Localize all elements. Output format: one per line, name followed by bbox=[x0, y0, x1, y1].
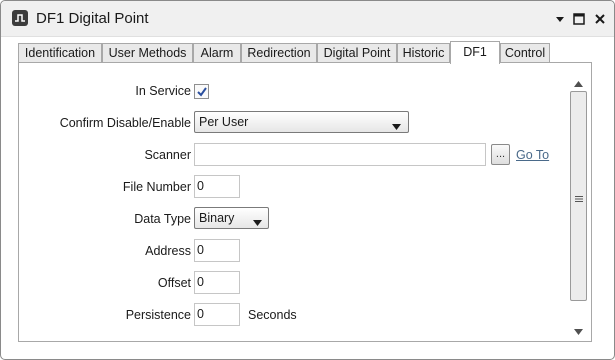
persistence-label: Persistence bbox=[125, 308, 191, 322]
close-icon[interactable] bbox=[592, 11, 608, 27]
chevron-down-icon bbox=[392, 119, 401, 133]
tab-control[interactable]: Control bbox=[500, 43, 550, 63]
menu-arrow-icon[interactable] bbox=[552, 11, 568, 27]
confirm-value: Per User bbox=[199, 115, 249, 129]
scroll-down-arrow-icon[interactable] bbox=[574, 324, 583, 335]
file-number-field[interactable]: 0 bbox=[194, 175, 240, 198]
offset-field[interactable]: 0 bbox=[194, 271, 240, 294]
df1-panel: In Service Confirm Disable/Enable Per Us… bbox=[18, 62, 592, 342]
tab-user-methods[interactable]: User Methods bbox=[102, 43, 193, 63]
offset-value: 0 bbox=[197, 275, 204, 289]
grip-icon bbox=[575, 192, 583, 206]
persistence-field[interactable]: 0 bbox=[194, 303, 240, 326]
file-number-label: File Number bbox=[122, 180, 191, 194]
address-value: 0 bbox=[197, 243, 204, 257]
tab-df1[interactable]: DF1 bbox=[450, 41, 500, 64]
data-type-select[interactable]: Binary bbox=[194, 207, 269, 229]
window-title: DF1 Digital Point bbox=[36, 10, 149, 27]
address-field[interactable]: 0 bbox=[194, 239, 240, 262]
scroll-up-arrow-icon[interactable] bbox=[574, 76, 583, 87]
address-label: Address bbox=[145, 244, 191, 258]
tab-alarm[interactable]: Alarm bbox=[193, 43, 241, 63]
title-bar: DF1 Digital Point bbox=[1, 1, 614, 37]
scrollbar-thumb[interactable] bbox=[570, 91, 587, 301]
in-service-label: In Service bbox=[135, 84, 191, 98]
data-type-label: Data Type bbox=[134, 212, 191, 226]
offset-label: Offset bbox=[157, 276, 191, 290]
tab-historic[interactable]: Historic bbox=[397, 43, 450, 63]
scanner-field[interactable] bbox=[194, 143, 486, 166]
scanner-browse-button[interactable]: ... bbox=[491, 144, 510, 165]
in-service-checkbox[interactable] bbox=[194, 84, 209, 99]
chevron-down-icon bbox=[253, 215, 262, 229]
tab-digital-point[interactable]: Digital Point bbox=[317, 43, 397, 63]
goto-link[interactable]: Go To bbox=[516, 148, 549, 162]
window: DF1 Digital Point Identification User Me… bbox=[0, 0, 615, 360]
data-type-value: Binary bbox=[199, 211, 235, 225]
confirm-label: Confirm Disable/Enable bbox=[59, 116, 191, 130]
vertical-scrollbar[interactable] bbox=[570, 69, 587, 337]
tab-identification[interactable]: Identification bbox=[18, 43, 102, 63]
file-number-value: 0 bbox=[197, 179, 204, 193]
maximize-icon[interactable] bbox=[571, 11, 587, 27]
persistence-value: 0 bbox=[197, 307, 204, 321]
tab-redirection[interactable]: Redirection bbox=[241, 43, 317, 63]
persistence-unit: Seconds bbox=[248, 308, 297, 322]
digital-point-icon bbox=[12, 10, 28, 26]
scanner-label: Scanner bbox=[144, 148, 191, 162]
confirm-select[interactable]: Per User bbox=[194, 111, 409, 133]
